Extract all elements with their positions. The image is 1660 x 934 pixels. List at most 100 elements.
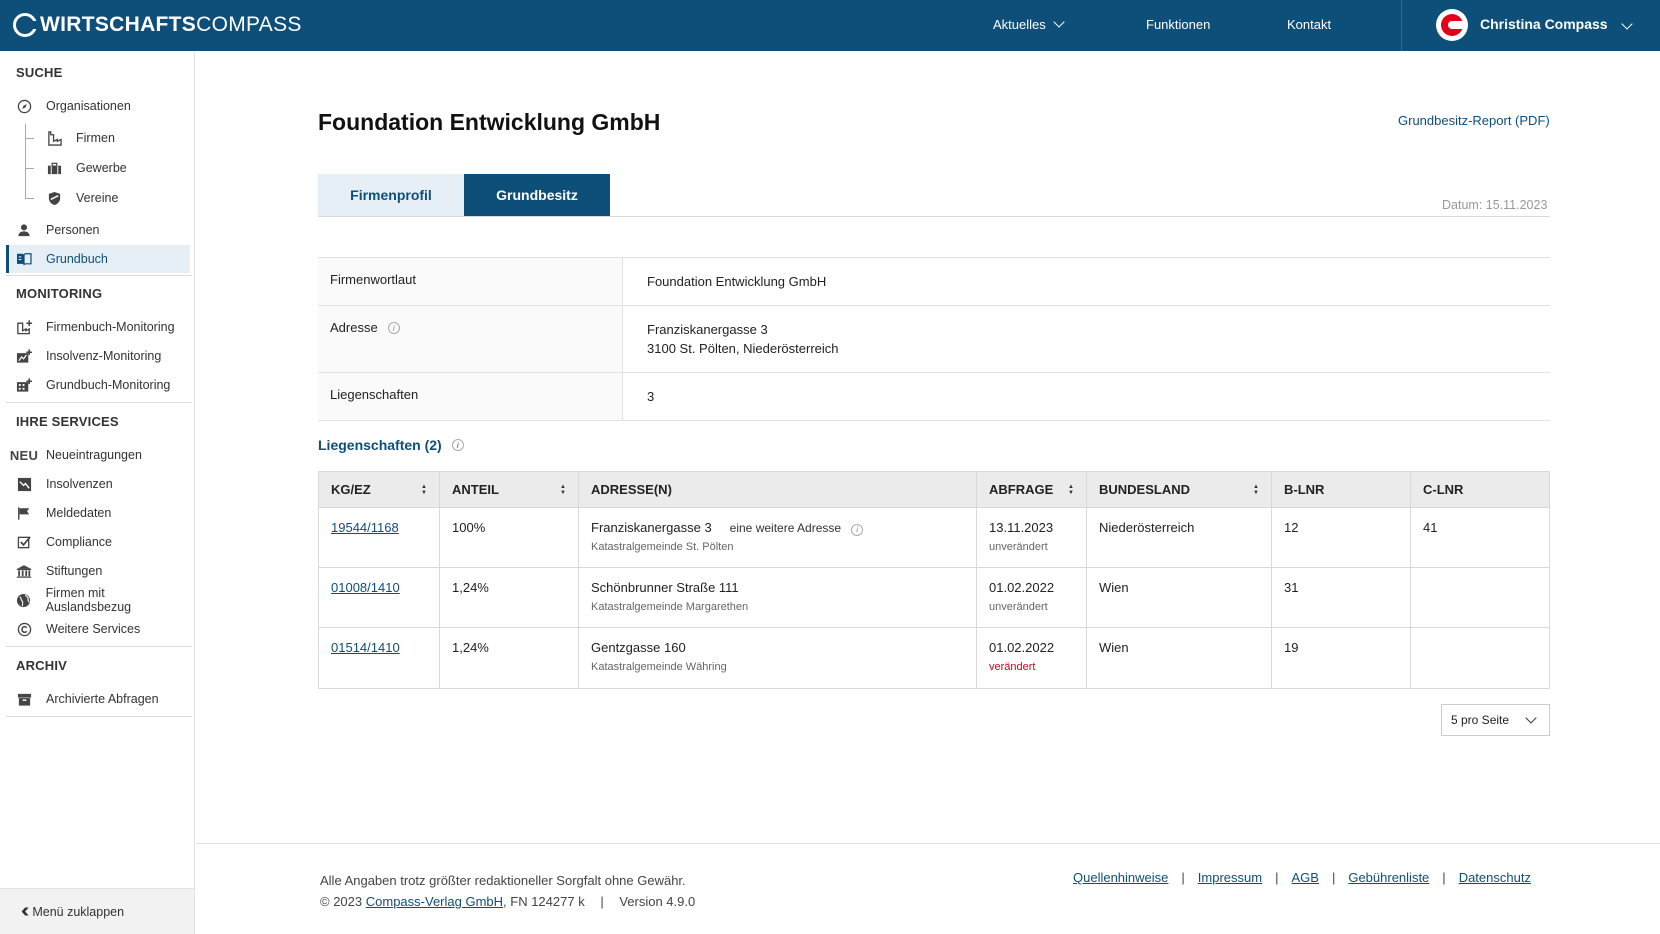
tab-firmenprofil[interactable]: Firmenprofil: [318, 174, 464, 216]
neu-badge: NEU: [9, 447, 39, 463]
footer-link-impressum[interactable]: Impressum: [1198, 870, 1262, 885]
shield-icon: [45, 189, 63, 207]
section-heading-liegenschaften: Liegenschaften (2) i: [318, 437, 464, 453]
divider: [318, 216, 1550, 217]
user-name: Christina Compass: [1480, 16, 1608, 32]
column-header-blnr: B-LNR: [1272, 472, 1411, 507]
nav-kontakt[interactable]: Kontakt: [1287, 17, 1331, 32]
info-label-text: Adresse: [330, 320, 378, 335]
info-value: Franziskanergasse 3 3100 St. Pölten, Nie…: [623, 306, 1550, 372]
sort-icon: ▲ ▼: [1068, 483, 1074, 496]
sidebar-item-label: Vereine: [76, 191, 119, 205]
factory-icon: [45, 129, 63, 147]
cell-bundesland: Wien: [1087, 568, 1272, 627]
cell-blnr: 19: [1272, 628, 1411, 688]
sidebar-item-label: Neueintragungen: [46, 448, 142, 462]
column-header-clnr: C-LNR: [1411, 472, 1549, 507]
sidebar-item-personen[interactable]: Personen: [6, 216, 190, 244]
page-title: Foundation Entwicklung GmbH: [318, 109, 661, 135]
sidebar-item-neueintragungen[interactable]: NEU Neueintragungen: [6, 441, 190, 469]
sidebar-item-organisationen[interactable]: Organisationen: [6, 92, 190, 120]
double-chevron-left-icon: ‹‹: [21, 900, 30, 922]
divider: [6, 402, 192, 403]
company-link[interactable]: Compass-Verlag GmbH: [366, 894, 503, 909]
sidebar-item-insolvenzen[interactable]: Insolvenzen: [6, 470, 190, 498]
footer-link-quellenhinweise[interactable]: Quellenhinweise: [1073, 870, 1168, 885]
info-icon[interactable]: i: [387, 322, 400, 334]
pdf-report-link[interactable]: Grundbesitz-Report (PDF): [1398, 113, 1550, 128]
sidebar-item-firmenbuch-monitoring[interactable]: Firmenbuch-Monitoring: [6, 313, 190, 341]
chevron-down-icon: [1621, 18, 1633, 30]
column-header-abfrage[interactable]: ABFRAGE ▲ ▼: [977, 472, 1087, 507]
kgez-link[interactable]: 01514/1410: [331, 640, 400, 655]
column-header-bundesland[interactable]: BUNDESLAND ▲ ▼: [1087, 472, 1272, 507]
sidebar-item-label: Weitere Services: [46, 622, 141, 636]
sidebar-section-archiv: ARCHIV: [16, 658, 68, 673]
collapse-menu-button[interactable]: ‹‹ Menü zuklappen: [0, 888, 194, 934]
info-value: 3: [647, 389, 655, 404]
katastralgemeinde: Katastralgemeinde Margarethen: [591, 601, 749, 613]
sidebar-item-label: Grundbuch: [46, 252, 108, 266]
copyright-suffix: , FN 124277 k: [503, 894, 585, 909]
column-header-label: ABFRAGE: [989, 482, 1054, 497]
sidebar-section-monitoring: MONITORING: [16, 286, 103, 301]
sidebar-item-label: Personen: [46, 223, 100, 237]
kgez-link[interactable]: 01008/1410: [331, 580, 400, 595]
cell-adresse: Franziskanergasse 3 eine weitere Adresse i…: [579, 508, 977, 567]
divider: [6, 646, 192, 647]
nav-aktuelles[interactable]: Aktuelles: [993, 16, 1065, 32]
footer-link-datenschutz[interactable]: Datenschutz: [1459, 870, 1531, 885]
globe-icon: [15, 591, 33, 609]
sidebar-item-label: Firmen: [76, 131, 115, 145]
compass-icon: [15, 97, 33, 115]
nav-funktionen[interactable]: Funktionen: [1146, 17, 1210, 32]
table-row: 01514/1410 1,24% Gentzgasse 160 Katastra…: [319, 628, 1549, 688]
sidebar-item-stiftungen[interactable]: Stiftungen: [6, 557, 190, 585]
column-header-label: BUNDESLAND: [1099, 482, 1190, 497]
wirtschaftscompass-logo[interactable]: WIRTSCHAFTSCOMPASS: [13, 13, 302, 37]
kgez-link[interactable]: 19544/1168: [331, 520, 399, 535]
sidebar-item-grundbuch-monitoring[interactable]: Grundbuch-Monitoring: [6, 371, 190, 399]
sidebar-item-firmen[interactable]: Firmen: [6, 124, 190, 152]
copyright-prefix: © 2023: [320, 894, 363, 909]
abfrage-date: 13.11.2023: [989, 520, 1054, 535]
info-icon[interactable]: i: [451, 439, 464, 451]
cell-anteil: 1,24%: [440, 628, 579, 688]
column-header-label: B-LNR: [1284, 482, 1325, 497]
sidebar-item-meldedaten[interactable]: Meldedaten: [6, 499, 190, 527]
sidebar-item-weitere-services[interactable]: Weitere Services: [6, 615, 190, 643]
info-icon[interactable]: i: [851, 524, 864, 536]
address-text: Franziskanergasse 3: [591, 520, 712, 535]
separator: |: [1331, 870, 1336, 885]
sidebar-item-grundbuch[interactable]: Grundbuch: [6, 245, 190, 273]
info-value: Foundation Entwicklung GmbH: [647, 274, 827, 289]
sidebar-item-label: Meldedaten: [46, 506, 112, 520]
more-address-link[interactable]: eine weitere Adresse: [730, 521, 841, 535]
sidebar-item-archivierte-abfragen[interactable]: Archivierte Abfragen: [6, 685, 190, 713]
sidebar-item-vereine[interactable]: Vereine: [6, 184, 190, 212]
footer-links: Quellenhinweise | Impressum | AGB | Gebü…: [1073, 870, 1531, 885]
sidebar-item-compliance[interactable]: Compliance: [6, 528, 190, 556]
tab-grundbesitz[interactable]: Grundbesitz: [464, 174, 610, 216]
sidebar-item-gewerbe[interactable]: Gewerbe: [6, 154, 190, 182]
footer-link-agb[interactable]: AGB: [1291, 870, 1318, 885]
cell-clnr: [1411, 568, 1549, 627]
sidebar-item-insolvenz-monitoring[interactable]: Insolvenz-Monitoring: [6, 342, 190, 370]
info-row-adresse: Adresse i Franziskanergasse 3 3100 St. P…: [318, 306, 1550, 373]
top-navigation-bar: WIRTSCHAFTSCOMPASS Aktuelles Funktionen …: [0, 0, 1660, 51]
sidebar-item-label: Archivierte Abfragen: [46, 692, 159, 706]
per-page-select[interactable]: 5 pro Seite: [1441, 704, 1550, 736]
footer: Alle Angaben trotz größter redaktionelle…: [196, 843, 1660, 934]
user-menu[interactable]: Christina Compass: [1401, 0, 1660, 51]
cell-clnr: [1411, 628, 1549, 688]
table-row: 01008/1410 1,24% Schönbrunner Straße 111…: [319, 568, 1549, 628]
checkbox-icon: [15, 533, 33, 551]
sidebar-item-label: Firmen mit Auslandsbezug: [45, 586, 132, 614]
sidebar-item-label: Grundbuch-Monitoring: [46, 378, 171, 392]
cell-clnr: 41: [1423, 520, 1438, 535]
sidebar-item-label: Insolvenzen: [46, 477, 113, 491]
column-header-kgez[interactable]: KG/EZ ▲ ▼: [319, 472, 440, 507]
column-header-anteil[interactable]: ANTEIL ▲ ▼: [440, 472, 579, 507]
footer-link-gebuehrenliste[interactable]: Gebührenliste: [1348, 870, 1429, 885]
sidebar-item-auslandsbezug[interactable]: Firmen mit Auslandsbezug: [6, 586, 190, 614]
